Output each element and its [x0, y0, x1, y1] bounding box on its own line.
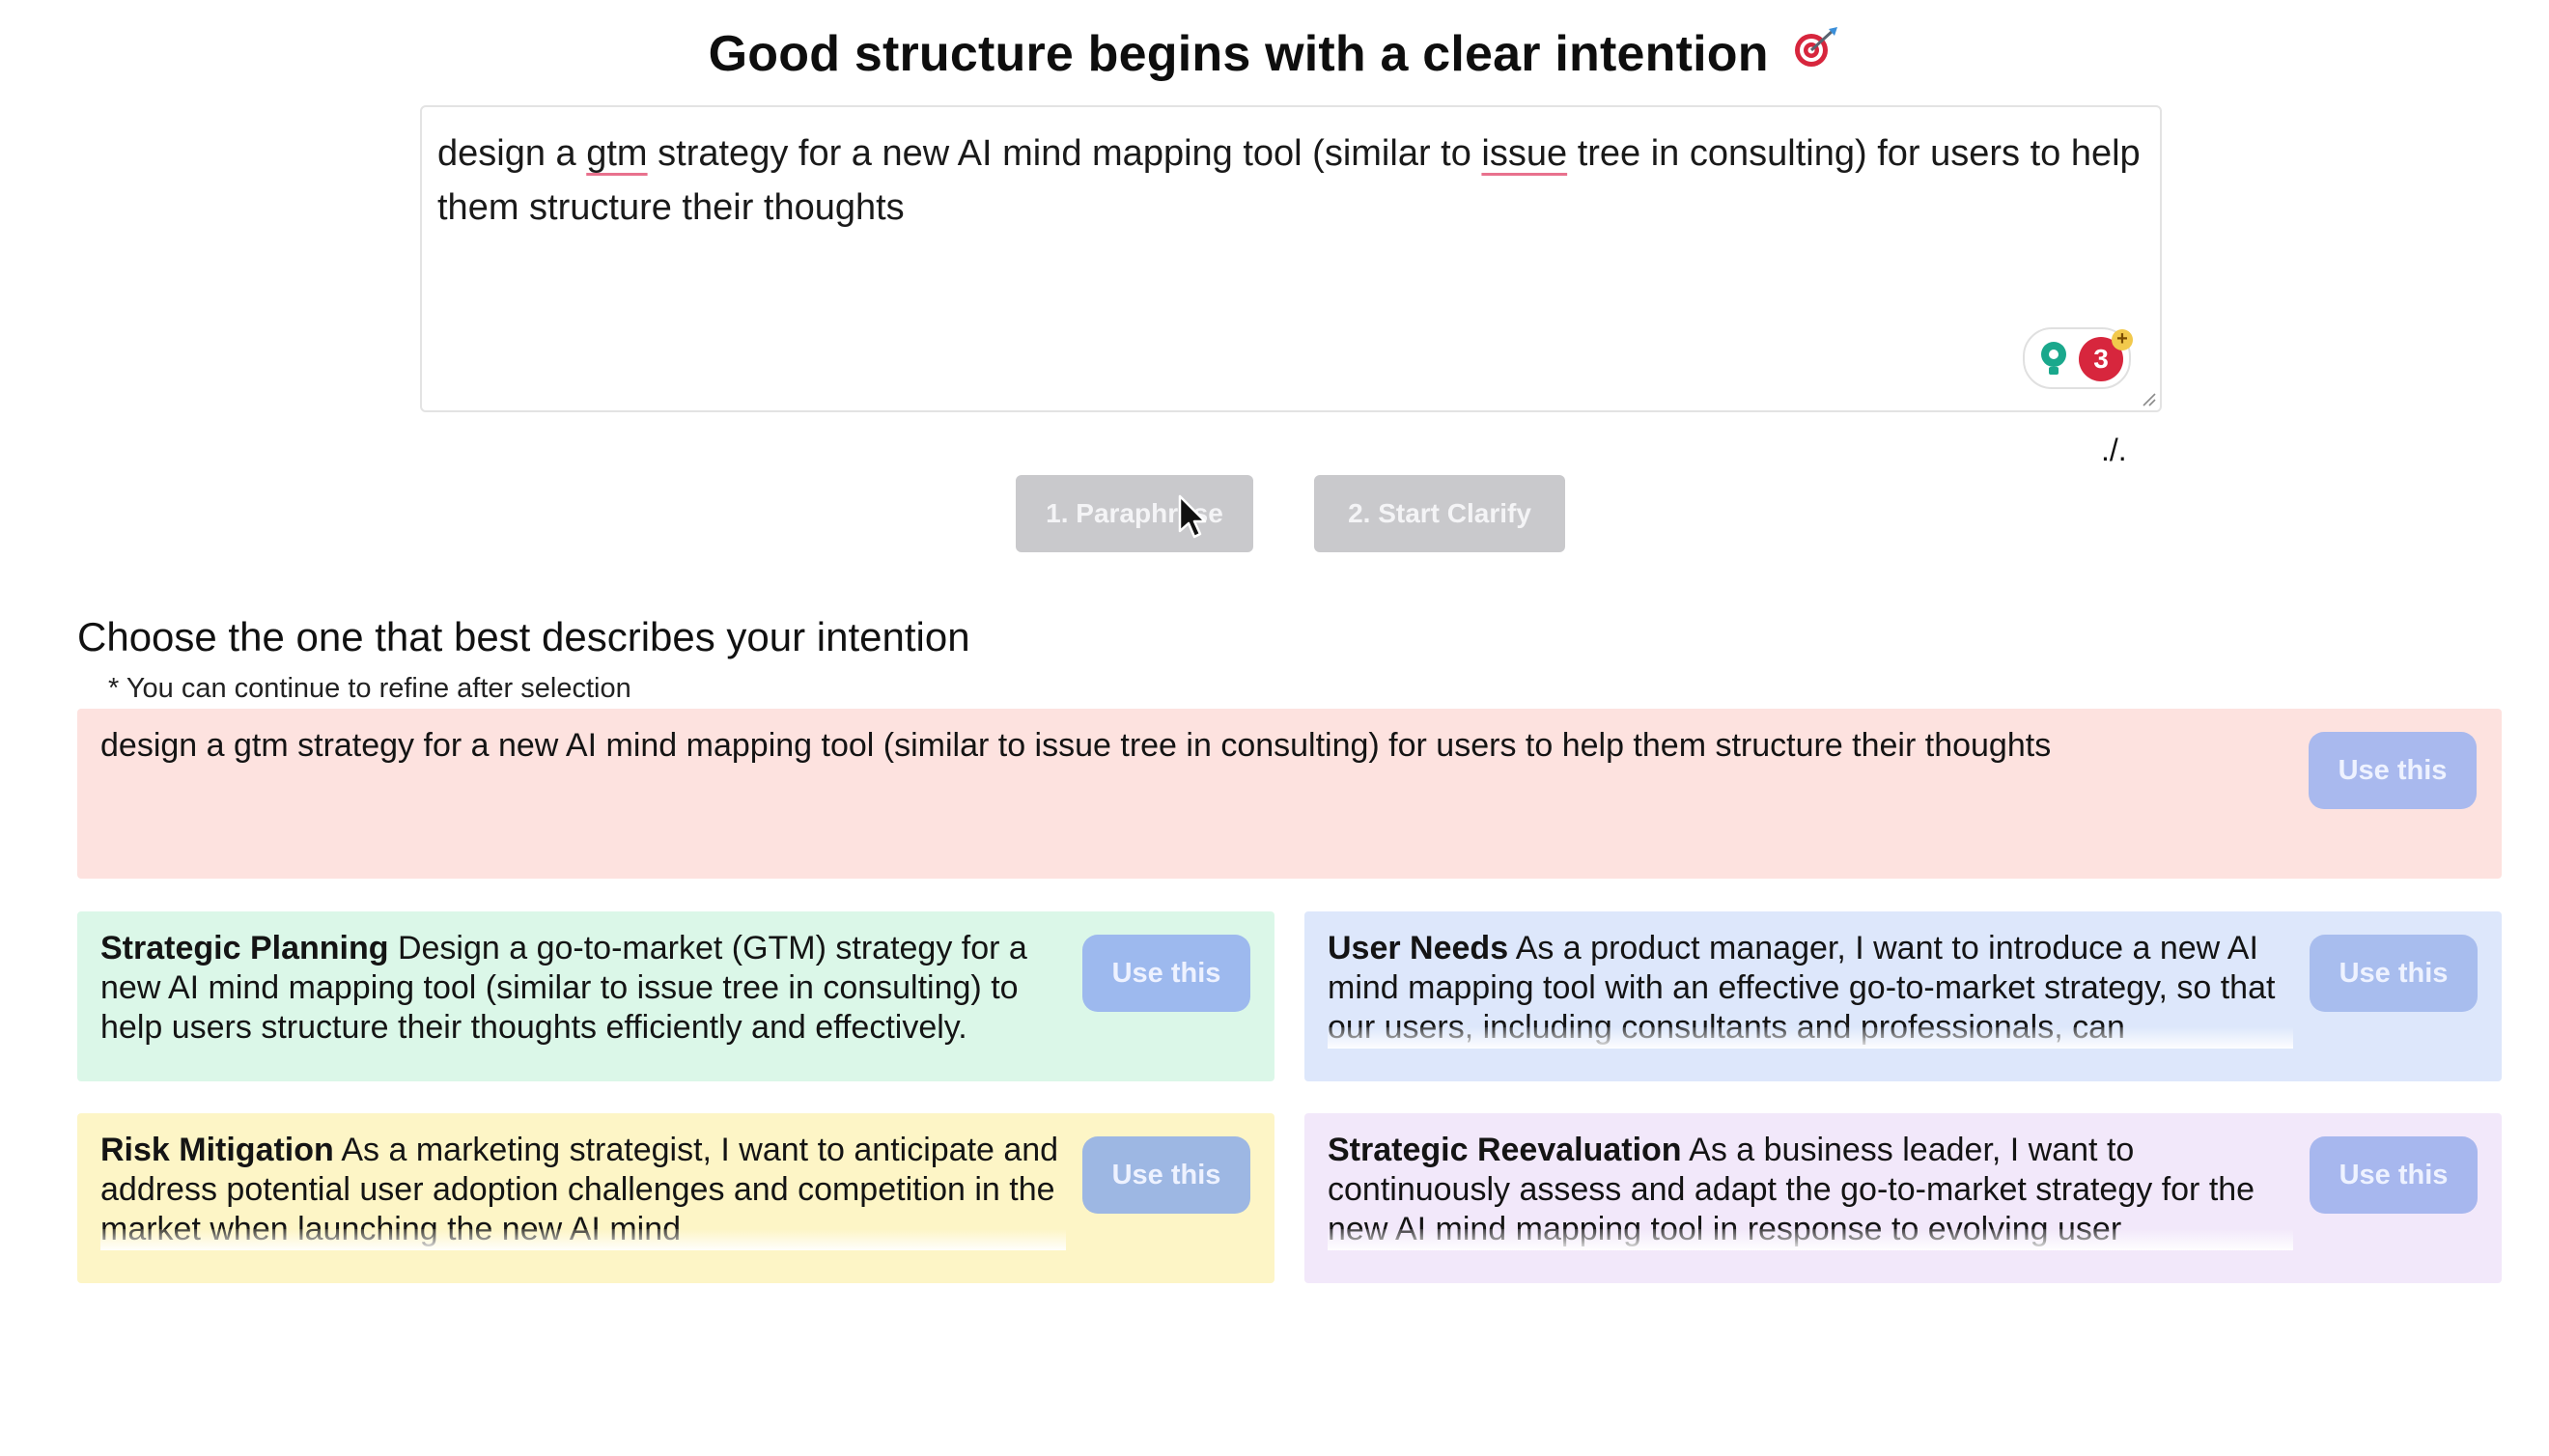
choices-heading: Choose the one that best describes your …	[77, 614, 970, 659]
target-dart-icon	[1792, 24, 1840, 82]
original-intention-card: design a gtm strategy for a new AI mind …	[77, 709, 2502, 879]
text-fade	[1328, 1027, 2293, 1049]
card-text: Strategic Planning Design a go-to-market…	[100, 929, 1066, 1050]
use-this-button[interactable]: Use this	[1082, 1136, 1250, 1214]
text-fade	[1328, 1229, 2293, 1250]
page-title: Good structure begins with a clear inten…	[0, 25, 2549, 86]
use-this-button[interactable]: Use this	[1082, 935, 1250, 1012]
input-text-part: design a	[437, 133, 587, 174]
card-title: Risk Mitigation	[100, 1132, 334, 1168]
use-this-button[interactable]: Use this	[2310, 1136, 2478, 1214]
option-card-user-needs: User Needs As a product manager, I want …	[1304, 911, 2502, 1081]
card-title: Strategic Reevaluation	[1328, 1132, 1682, 1168]
option-card-strategic-reevaluation: Strategic Reevaluation As a business lea…	[1304, 1113, 2502, 1283]
intention-input[interactable]: design a gtm strategy for a new AI mind …	[420, 105, 2162, 412]
option-card-risk-mitigation: Risk Mitigation As a marketing strategis…	[77, 1113, 1274, 1283]
text-fade	[100, 1229, 1066, 1250]
card-text: design a gtm strategy for a new AI mind …	[100, 727, 2052, 764]
card-title: User Needs	[1328, 930, 1509, 966]
resize-grip-icon[interactable]	[2141, 391, 2156, 406]
start-clarify-button[interactable]: 2. Start Clarify	[1314, 475, 1565, 552]
spelling-flag-gtm[interactable]: gtm	[586, 133, 647, 174]
card-title: Strategic Planning	[100, 930, 389, 966]
counter-text: ./.	[2101, 433, 2127, 467]
lightbulb-icon	[2038, 341, 2069, 384]
spelling-flag-issue[interactable]: issue	[1481, 133, 1567, 174]
mouse-pointer-icon	[1178, 494, 1207, 544]
use-this-button[interactable]: Use this	[2309, 732, 2477, 809]
choices-note: * You can continue to refine after selec…	[108, 673, 631, 704]
paraphrase-button[interactable]: 1. Paraphrase	[1016, 475, 1253, 552]
use-this-button[interactable]: Use this	[2310, 935, 2478, 1012]
plus-icon: +	[2112, 329, 2133, 350]
page-title-text: Good structure begins with a clear inten…	[708, 26, 1769, 82]
input-text-part: strategy for a new AI mind mapping tool …	[647, 133, 1482, 174]
option-card-strategic-planning: Strategic Planning Design a go-to-market…	[77, 911, 1274, 1081]
writing-assistant-badge[interactable]: 3 +	[2023, 327, 2133, 389]
